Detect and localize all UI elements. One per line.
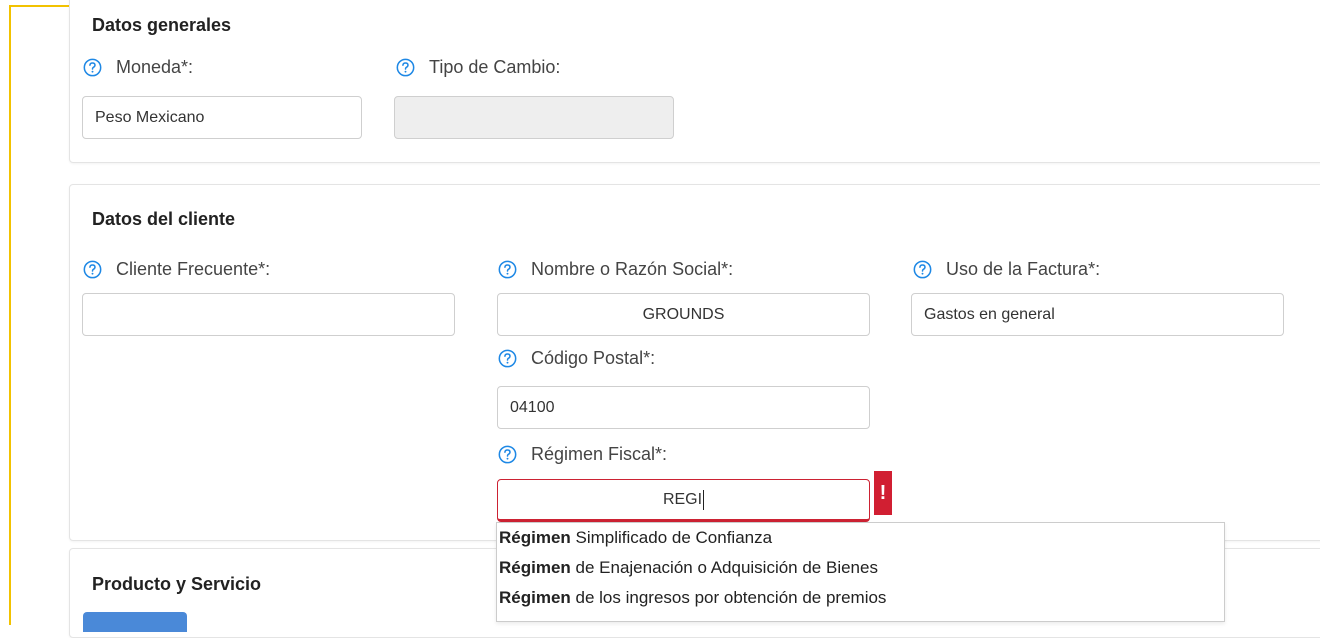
codigo-postal-field[interactable]: 04100 <box>497 386 870 429</box>
cliente-frecuente-label-text: Cliente Frecuente*: <box>116 259 271 279</box>
moneda-field[interactable]: Peso Mexicano <box>82 96 362 139</box>
general-title: Datos generales <box>92 15 232 35</box>
cliente-frecuente-field[interactable] <box>82 293 455 336</box>
codigo-postal-label-text: Código Postal*: <box>531 348 656 368</box>
uso-factura-field[interactable]: Gastos en general <box>911 293 1284 336</box>
option-rest: Simplificado de Confianza <box>570 528 773 547</box>
autocomplete-option[interactable]: Régimen de los ingresos por obtención de… <box>497 583 1224 613</box>
error-icon: ! <box>874 471 892 515</box>
option-rest: de los ingresos por obtención de premios <box>570 588 887 607</box>
text-caret <box>703 489 705 510</box>
regimen-fiscal-value: REGI <box>662 490 703 508</box>
option-rest: de Enajenación o Adquisición de Bienes <box>570 558 878 577</box>
tipo-cambio-label-text: Tipo de Cambio: <box>429 57 561 77</box>
question-circle-icon[interactable] <box>83 58 102 77</box>
tipo-cambio-field <box>394 96 674 139</box>
autocomplete-dropdown: Régimen Simplificado de Confianza Régime… <box>496 522 1225 622</box>
autocomplete-option[interactable]: Régimen de Enajenación o Adquisición de … <box>497 553 1224 583</box>
cliente-title: Datos del cliente <box>92 209 236 229</box>
moneda-label: Moneda*: <box>83 57 193 78</box>
option-match: Régimen <box>499 588 571 607</box>
cliente-frecuente-label: Cliente Frecuente*: <box>83 259 270 280</box>
uso-factura-label: Uso de la Factura*: <box>913 259 1100 280</box>
question-circle-icon[interactable] <box>498 260 517 279</box>
add-product-button[interactable] <box>83 612 187 632</box>
moneda-label-text: Moneda*: <box>116 57 194 77</box>
tipo-cambio-label: Tipo de Cambio: <box>396 57 560 78</box>
option-match: Régimen <box>499 528 571 547</box>
nombre-label-text: Nombre o Razón Social*: <box>531 259 734 279</box>
producto-title: Producto y Servicio <box>92 574 262 594</box>
question-circle-icon[interactable] <box>83 260 102 279</box>
uso-factura-label-text: Uso de la Factura*: <box>946 259 1101 279</box>
question-circle-icon[interactable] <box>913 260 932 279</box>
option-match: Régimen <box>499 558 571 577</box>
regimen-label: Régimen Fiscal*: <box>498 444 667 465</box>
nombre-label: Nombre o Razón Social*: <box>498 259 733 280</box>
autocomplete-option[interactable]: Régimen Simplificado de Confianza <box>497 523 1224 553</box>
question-circle-icon[interactable] <box>396 58 415 77</box>
codigo-postal-label: Código Postal*: <box>498 348 655 369</box>
regimen-fiscal-field[interactable]: REGI <box>497 479 870 522</box>
question-circle-icon[interactable] <box>498 445 517 464</box>
question-circle-icon[interactable] <box>498 349 517 368</box>
regimen-label-text: Régimen Fiscal*: <box>531 444 668 464</box>
nombre-field[interactable]: GROUNDS <box>497 293 870 336</box>
